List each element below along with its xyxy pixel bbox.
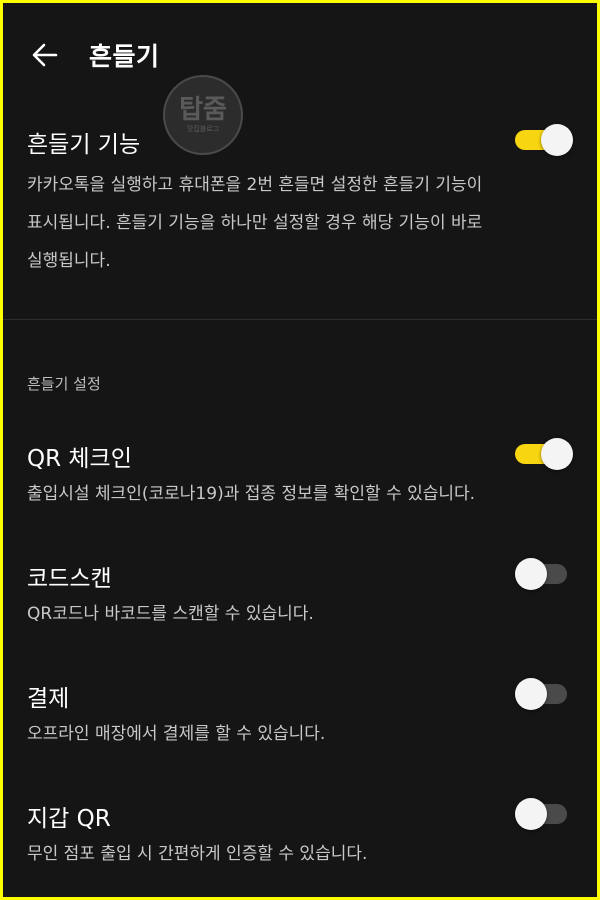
setting-title: QR 체크인 — [27, 446, 132, 472]
payment-toggle[interactable] — [515, 677, 573, 711]
setting-description: QR코드나 바코드를 스캔할 수 있습니다. — [27, 604, 314, 624]
settings-screen: 흔들기 탑줌 맛집블로그 흔들기 기능 카카오톡을 실행하고 휴대폰을 2번 흔… — [3, 3, 597, 897]
section-header: 흔들기 설정 — [27, 375, 101, 393]
watermark-main-text: 탑줌 — [179, 95, 227, 125]
back-button[interactable] — [25, 35, 65, 75]
watermark-sub-text: 맛집블로그 — [186, 125, 220, 133]
setting-title: 결제 — [27, 686, 70, 712]
code-scan-toggle[interactable] — [515, 557, 573, 591]
wallet-qr-toggle[interactable] — [515, 797, 573, 831]
setting-title: 지갑 QR — [27, 806, 111, 832]
arrow-left-icon — [32, 43, 58, 67]
toggle-knob — [541, 124, 573, 156]
qr-checkin-toggle[interactable] — [515, 437, 573, 471]
shake-feature-title: 흔들기 기능 — [27, 132, 141, 158]
description-line: 카카오톡을 실행하고 휴대폰을 2번 흔들면 설정한 흔들기 기능이 — [27, 175, 483, 195]
shake-feature-description: 카카오톡을 실행하고 휴대폰을 2번 흔들면 설정한 흔들기 기능이 표시됩니다… — [27, 166, 579, 280]
toggle-knob — [515, 798, 547, 830]
app-header: 흔들기 — [3, 3, 597, 107]
setting-title: 코드스캔 — [27, 566, 112, 592]
description-line: 실행됩니다. — [27, 251, 111, 271]
watermark-logo: 탑줌 맛집블로그 — [163, 75, 243, 155]
setting-description: 오프라인 매장에서 결제를 할 수 있습니다. — [27, 724, 326, 744]
section-divider — [3, 319, 597, 320]
toggle-knob — [541, 438, 573, 470]
setting-description: 무인 점포 출입 시 간편하게 인증할 수 있습니다. — [27, 844, 368, 864]
description-line: 표시됩니다. 흔들기 기능을 하나만 설정할 경우 해당 기능이 바로 — [27, 213, 483, 233]
shake-feature-toggle[interactable] — [515, 123, 573, 157]
setting-description: 출입시설 체크인(코로나19)과 접종 정보를 확인할 수 있습니다. — [27, 484, 476, 504]
toggle-knob — [515, 558, 547, 590]
toggle-knob — [515, 678, 547, 710]
page-title: 흔들기 — [89, 42, 160, 71]
